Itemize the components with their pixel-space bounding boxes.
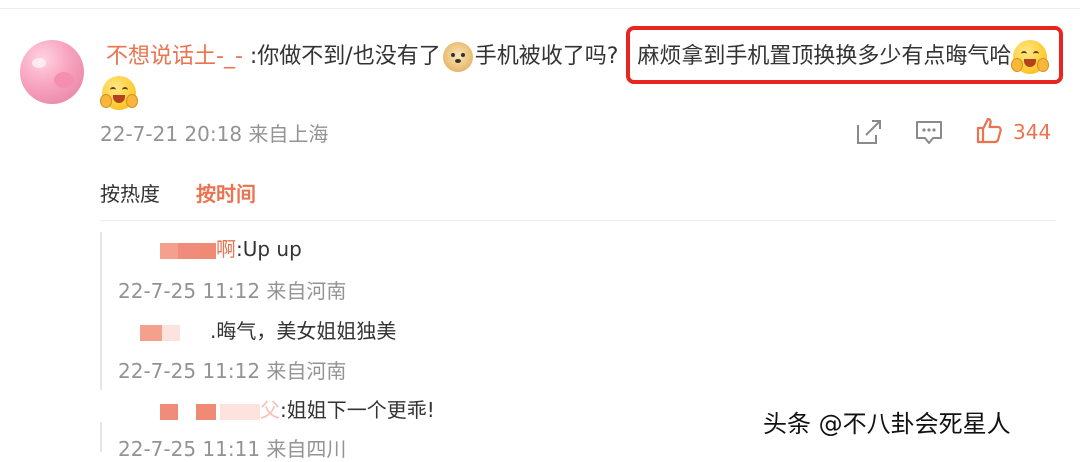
divider [100, 220, 1056, 221]
sort-by-heat-tab[interactable]: 按热度 [100, 182, 160, 206]
grin-hug-icon [100, 76, 138, 110]
reply-text: .晦气，美女姐姐独美 [210, 319, 397, 343]
reply-text: :姐姐下一个更乖! [280, 398, 435, 422]
sort-bar: 按热度 按时间 [100, 178, 256, 207]
reply-meta: 22-7-25 11:11 来自四川 [118, 437, 347, 461]
like-button[interactable]: 344 [975, 116, 1051, 148]
redacted-username [160, 403, 178, 420]
comment-text-part1: :你做不到/也没有了 [249, 44, 441, 69]
thumbs-up-icon [975, 116, 1003, 148]
reply-text: :Up up [236, 237, 302, 261]
watermark: 头条 @不八卦会死星人 [763, 410, 1011, 438]
top-divider [0, 8, 1080, 9]
reply-rail [100, 232, 102, 390]
reply-meta: 22-7-25 11:12 来自河南 [118, 279, 347, 303]
reply-rail [100, 422, 102, 452]
reply-username-tail[interactable]: 啊 [216, 237, 236, 261]
reply-username-tail[interactable]: 父 [260, 398, 280, 422]
reply-meta: 22-7-25 11:12 来自河南 [118, 359, 347, 383]
comment-text-part2: 手机被收了吗? [474, 44, 619, 69]
redacted-username [160, 242, 178, 259]
comment-icon[interactable] [914, 116, 944, 148]
reply-item: 父:姐姐下一个更乖! [160, 394, 435, 423]
avatar[interactable] [20, 40, 84, 104]
sort-by-time-tab[interactable]: 按时间 [196, 182, 256, 206]
comment-username[interactable]: 不想说话土-_- [106, 44, 243, 69]
like-count: 344 [1013, 120, 1052, 144]
comment-meta: 22-7-21 20:18 来自上海 [100, 122, 329, 146]
comment-body-line2 [100, 76, 138, 110]
doge-icon [442, 42, 473, 72]
reply-item: .晦气，美女姐姐独美 [140, 315, 396, 344]
reply-item: 啊:Up up [160, 233, 302, 262]
share-icon[interactable] [854, 116, 884, 148]
highlight-annotation-box [626, 26, 1063, 84]
redacted-username [140, 324, 162, 341]
